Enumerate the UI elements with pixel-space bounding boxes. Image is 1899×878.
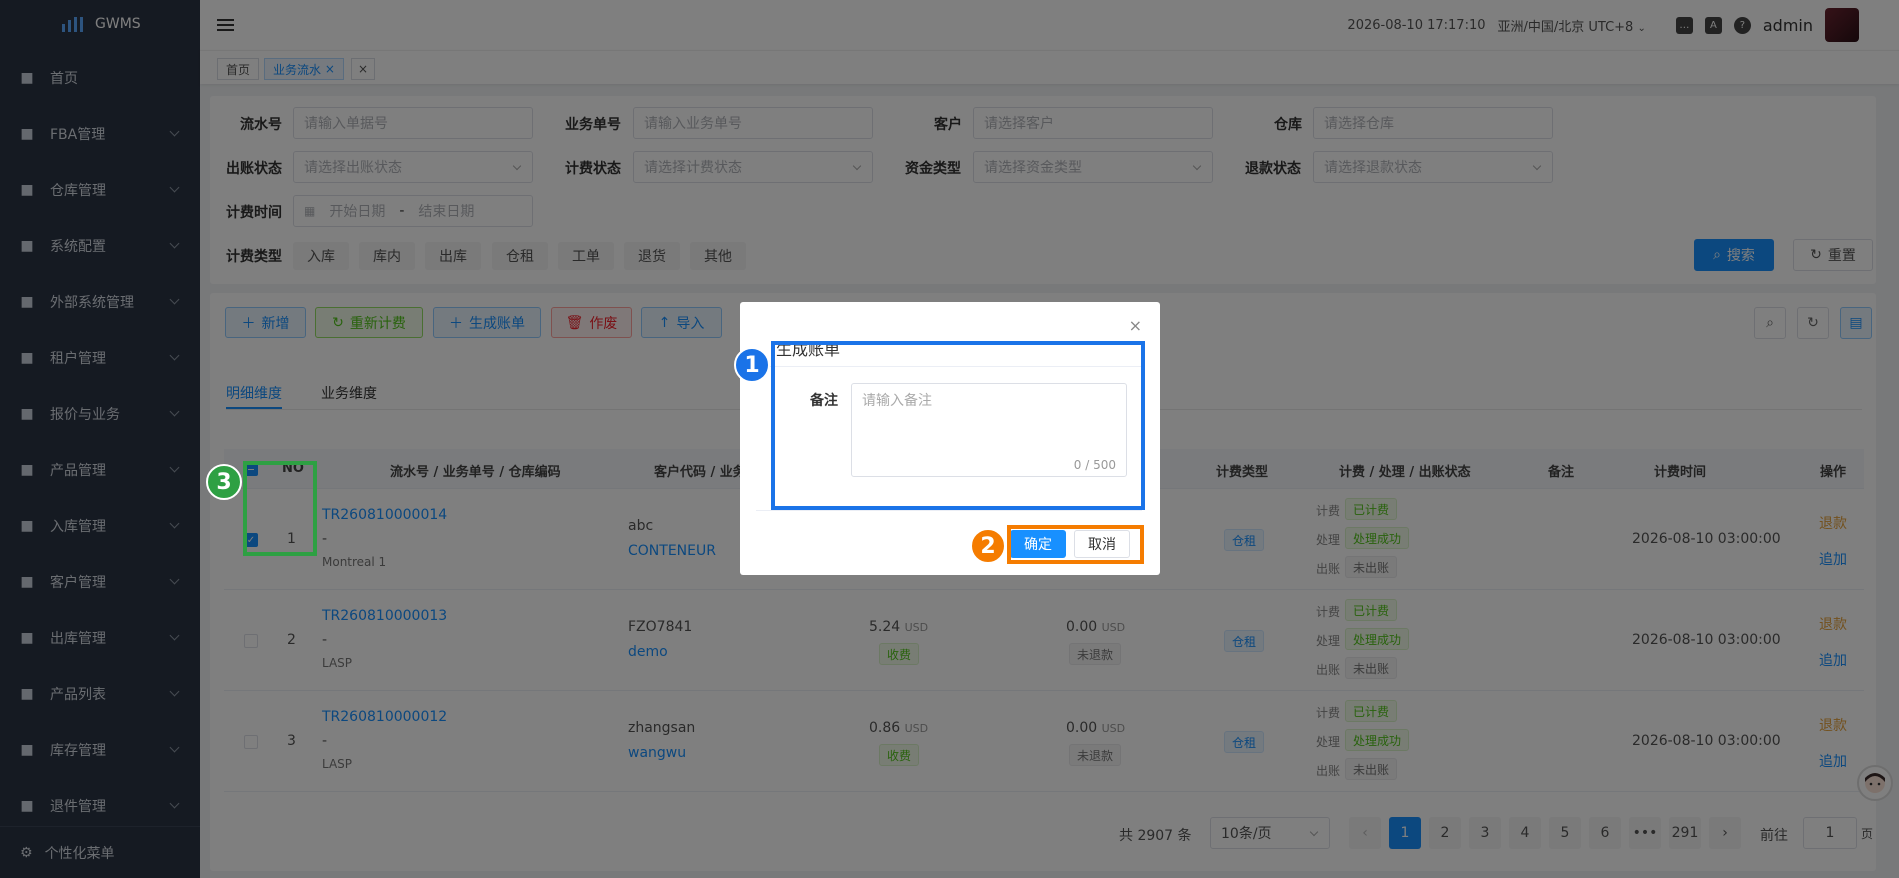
annotation-box-2	[1007, 525, 1144, 564]
annotation-badge-1: 1	[734, 347, 770, 383]
annotation-badge-3: 3	[206, 464, 242, 500]
annotation-box-3	[243, 461, 317, 556]
close-icon[interactable]: ×	[1129, 316, 1142, 335]
annotation-box-1	[771, 341, 1145, 510]
annotation-badge-2: 2	[970, 528, 1006, 564]
dialog-footer-divider	[756, 510, 1142, 511]
